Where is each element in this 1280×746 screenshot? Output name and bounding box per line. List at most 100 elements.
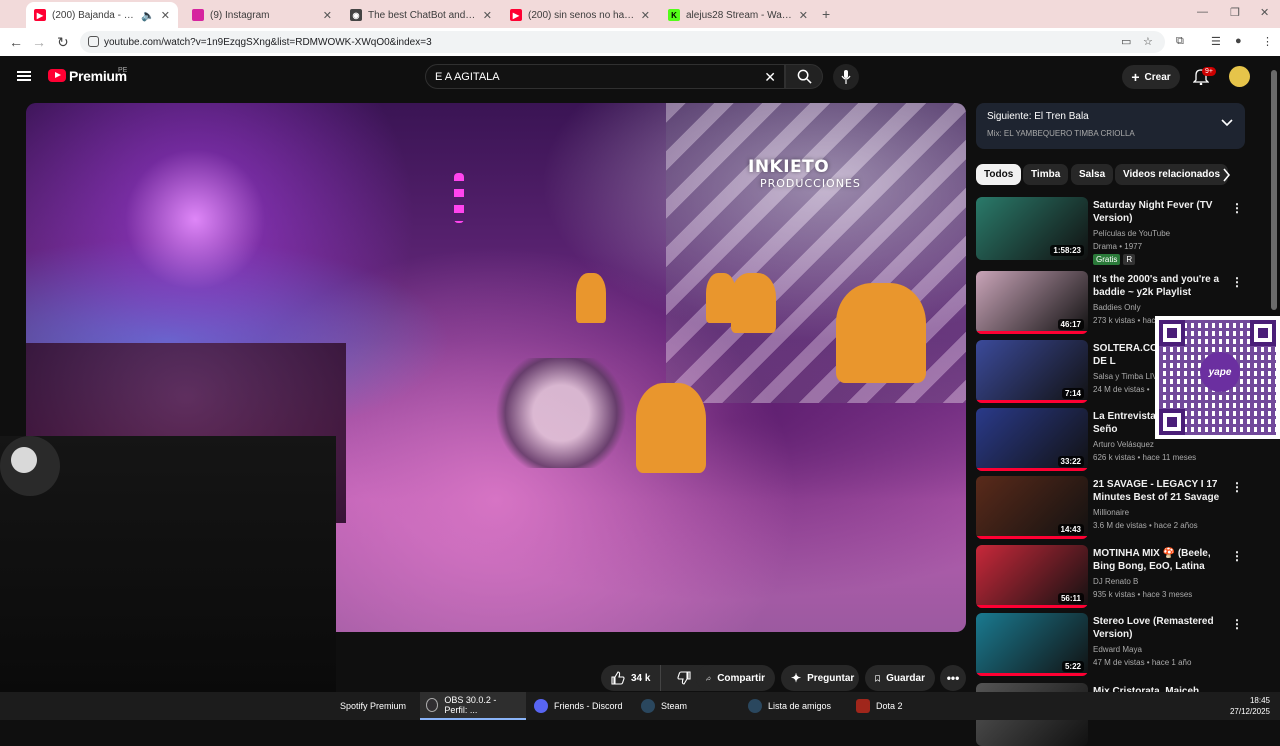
voice-search-button[interactable] xyxy=(833,64,859,90)
taskbar-item-friends-list[interactable]: Lista de amigos xyxy=(742,692,846,720)
video-thumbnail[interactable]: 33:22 xyxy=(976,408,1088,471)
hamburger-menu-icon[interactable] xyxy=(17,71,31,81)
taskbar-item-dota2[interactable]: Dota 2 xyxy=(850,692,954,720)
address-bar-row: ← → ↻ youtube.com/watch?v=1n9EzqgSXng&li… xyxy=(0,28,1280,56)
profile-icon[interactable]: ● xyxy=(1235,35,1242,47)
channel-name[interactable]: DJ Renato B xyxy=(1093,577,1138,586)
video-meta: 3.6 M de vistas • hace 2 años xyxy=(1093,521,1198,530)
chip-videos-relacionados[interactable]: Videos relacionados xyxy=(1115,164,1229,185)
video-title[interactable]: It's the 2000's and you're a baddie ~ y2… xyxy=(1093,273,1223,299)
ask-label: Preguntar xyxy=(807,672,855,684)
close-tab-icon[interactable]: ✕ xyxy=(641,9,650,22)
menu-kebab-icon[interactable]: ⋮ xyxy=(1262,35,1273,48)
microphone-icon xyxy=(841,70,851,84)
taskbar-item-steam[interactable]: Steam xyxy=(635,692,739,720)
page-scrollbar[interactable] xyxy=(1271,70,1277,310)
notification-count-badge: 9+ xyxy=(1202,67,1216,76)
url-bar[interactable]: youtube.com/watch?v=1n9EzqgSXng&list=RDM… xyxy=(80,31,1165,53)
channel-name[interactable]: Películas de YouTube xyxy=(1093,229,1170,238)
video-title[interactable]: 21 SAVAGE - LEGACY I 17 Minutes Best of … xyxy=(1093,478,1223,504)
video-meta: 935 k vistas • hace 3 meses xyxy=(1093,590,1193,599)
video-thumbnail[interactable]: 14:43 xyxy=(976,476,1088,539)
close-tab-icon[interactable]: ✕ xyxy=(483,9,492,22)
video-thumbnail[interactable]: 1:58:23 xyxy=(976,197,1088,260)
share-button[interactable]: Compartir xyxy=(696,665,775,691)
up-next-mix: Mix: EL YAMBEQUERO TIMBA CRIOLLA xyxy=(987,129,1135,138)
video-thumbnail[interactable]: 5:22 xyxy=(976,613,1088,676)
search-button[interactable] xyxy=(785,64,823,89)
chevron-down-icon[interactable] xyxy=(1221,119,1233,127)
speaker-icon[interactable]: 🔈 xyxy=(141,9,155,22)
steam-icon xyxy=(641,699,655,713)
search-icon xyxy=(797,69,812,84)
browser-tab[interactable]: K alejus28 Stream - Watch Live o ✕ xyxy=(660,4,816,26)
dota2-icon xyxy=(856,699,870,713)
minimize-icon[interactable]: — xyxy=(1197,6,1208,18)
like-button[interactable]: 34 k xyxy=(601,665,662,691)
recommendation-item[interactable]: 14:43 21 SAVAGE - LEGACY I 17 Minutes Bes… xyxy=(976,476,1276,539)
video-watermark: INKIETO PRODUCCIONES xyxy=(748,157,861,190)
channel-name[interactable]: Arturo Velásquez xyxy=(1093,440,1154,449)
video-title[interactable]: Saturday Night Fever (TV Version) xyxy=(1093,199,1223,225)
chevron-right-icon[interactable] xyxy=(1222,168,1231,182)
reading-list-icon[interactable]: ☰ xyxy=(1211,35,1221,48)
new-tab-icon[interactable]: + xyxy=(822,6,830,22)
video-title[interactable]: Stereo Love (Remastered Version) xyxy=(1093,615,1223,641)
taskbar-item-obs[interactable]: OBS 30.0.2 - Perfil: ... xyxy=(420,692,526,720)
create-button[interactable]: + Crear xyxy=(1122,65,1180,89)
chip-todos[interactable]: Todos xyxy=(976,164,1022,185)
back-icon[interactable]: ← xyxy=(9,34,23,50)
close-tab-icon[interactable]: ✕ xyxy=(799,9,808,22)
clock-date: 27/12/2025 xyxy=(1229,707,1270,716)
chip-salsa[interactable]: Salsa xyxy=(1071,164,1114,185)
browser-tab[interactable]: ◉ The best ChatBot and Widgets ✕ xyxy=(342,4,500,26)
channel-name[interactable]: Edward Maya xyxy=(1093,645,1142,654)
clear-search-icon[interactable]: ✕ xyxy=(764,69,776,86)
youtube-logo-icon[interactable] xyxy=(48,69,66,82)
more-options-icon[interactable]: ⋮ xyxy=(1231,480,1243,494)
close-window-icon[interactable]: ✕ xyxy=(1260,6,1269,19)
steam-icon xyxy=(748,699,762,713)
bookmark-star-icon[interactable]: ☆ xyxy=(1143,35,1153,48)
discord-icon xyxy=(534,699,548,713)
browser-tab[interactable]: ▶ (200) sin senos no hay paraiso ✕ xyxy=(502,4,658,26)
search-input[interactable]: E A AGITALA ✕ xyxy=(425,64,785,89)
forward-icon[interactable]: → xyxy=(32,34,46,50)
video-title[interactable]: MOTINHA MIX 🍄 (Beele, Bing Bong, EoO, La… xyxy=(1093,547,1223,573)
channel-name[interactable]: Millionaire xyxy=(1093,508,1129,517)
more-options-icon[interactable]: ⋮ xyxy=(1231,201,1243,215)
video-thumbnail[interactable]: 56:11 xyxy=(976,545,1088,608)
avatar[interactable] xyxy=(1229,66,1250,87)
ask-button[interactable]: ✦ Preguntar xyxy=(781,665,859,691)
chip-timba[interactable]: Timba xyxy=(1023,164,1069,185)
recommendation-item[interactable]: 56:11 MOTINHA MIX 🍄 (Beele, Bing Bong, Eo… xyxy=(976,545,1276,608)
browser-tab[interactable]: ▶ (200) Bajanda - N'Talla (Live 🔈 ✕ xyxy=(26,2,178,28)
restore-icon[interactable]: ❐ xyxy=(1230,6,1240,19)
site-info-icon[interactable] xyxy=(88,36,99,47)
close-tab-icon[interactable]: ✕ xyxy=(323,9,332,22)
more-actions-button[interactable]: ••• xyxy=(940,665,966,691)
video-thumbnail[interactable]: 7:14 xyxy=(976,340,1088,403)
tab-title: (9) Instagram xyxy=(210,9,270,21)
channel-name[interactable]: Baddies Only xyxy=(1093,303,1141,312)
taskbar-item-discord[interactable]: Friends - Discord xyxy=(528,692,632,720)
save-button[interactable]: Guardar xyxy=(865,665,935,691)
browser-tab[interactable]: (9) Instagram ✕ xyxy=(184,4,340,26)
close-tab-icon[interactable]: ✕ xyxy=(161,9,170,22)
more-options-icon[interactable]: ⋮ xyxy=(1231,275,1243,289)
up-next-card[interactable]: Siguiente: El Tren Bala Mix: EL YAMBEQUE… xyxy=(976,103,1245,149)
video-thumbnail[interactable]: 46:17 xyxy=(976,271,1088,334)
recommendation-item[interactable]: 1:58:23 Saturday Night Fever (TV Version)… xyxy=(976,197,1276,265)
reload-icon[interactable]: ↻ xyxy=(57,34,69,51)
yape-qr-overlay: yape xyxy=(1155,316,1280,439)
cast-icon[interactable]: ▭ xyxy=(1121,35,1131,48)
recommendation-item[interactable]: 5:22 Stereo Love (Remastered Version) Edwa… xyxy=(976,613,1276,676)
more-options-icon[interactable]: ⋮ xyxy=(1231,549,1243,563)
extensions-icon[interactable]: ⧉ xyxy=(1176,35,1184,48)
taskbar-item-spotify[interactable]: Spotify Premium xyxy=(334,692,418,720)
system-clock[interactable]: 18:45 27/12/2025 xyxy=(1230,695,1270,717)
more-options-icon[interactable]: ⋮ xyxy=(1231,617,1243,631)
youtube-favicon-icon: ▶ xyxy=(510,9,522,21)
channel-name[interactable]: Salsa y Timba LIV xyxy=(1093,372,1157,381)
tab-title: The best ChatBot and Widgets xyxy=(368,9,477,21)
